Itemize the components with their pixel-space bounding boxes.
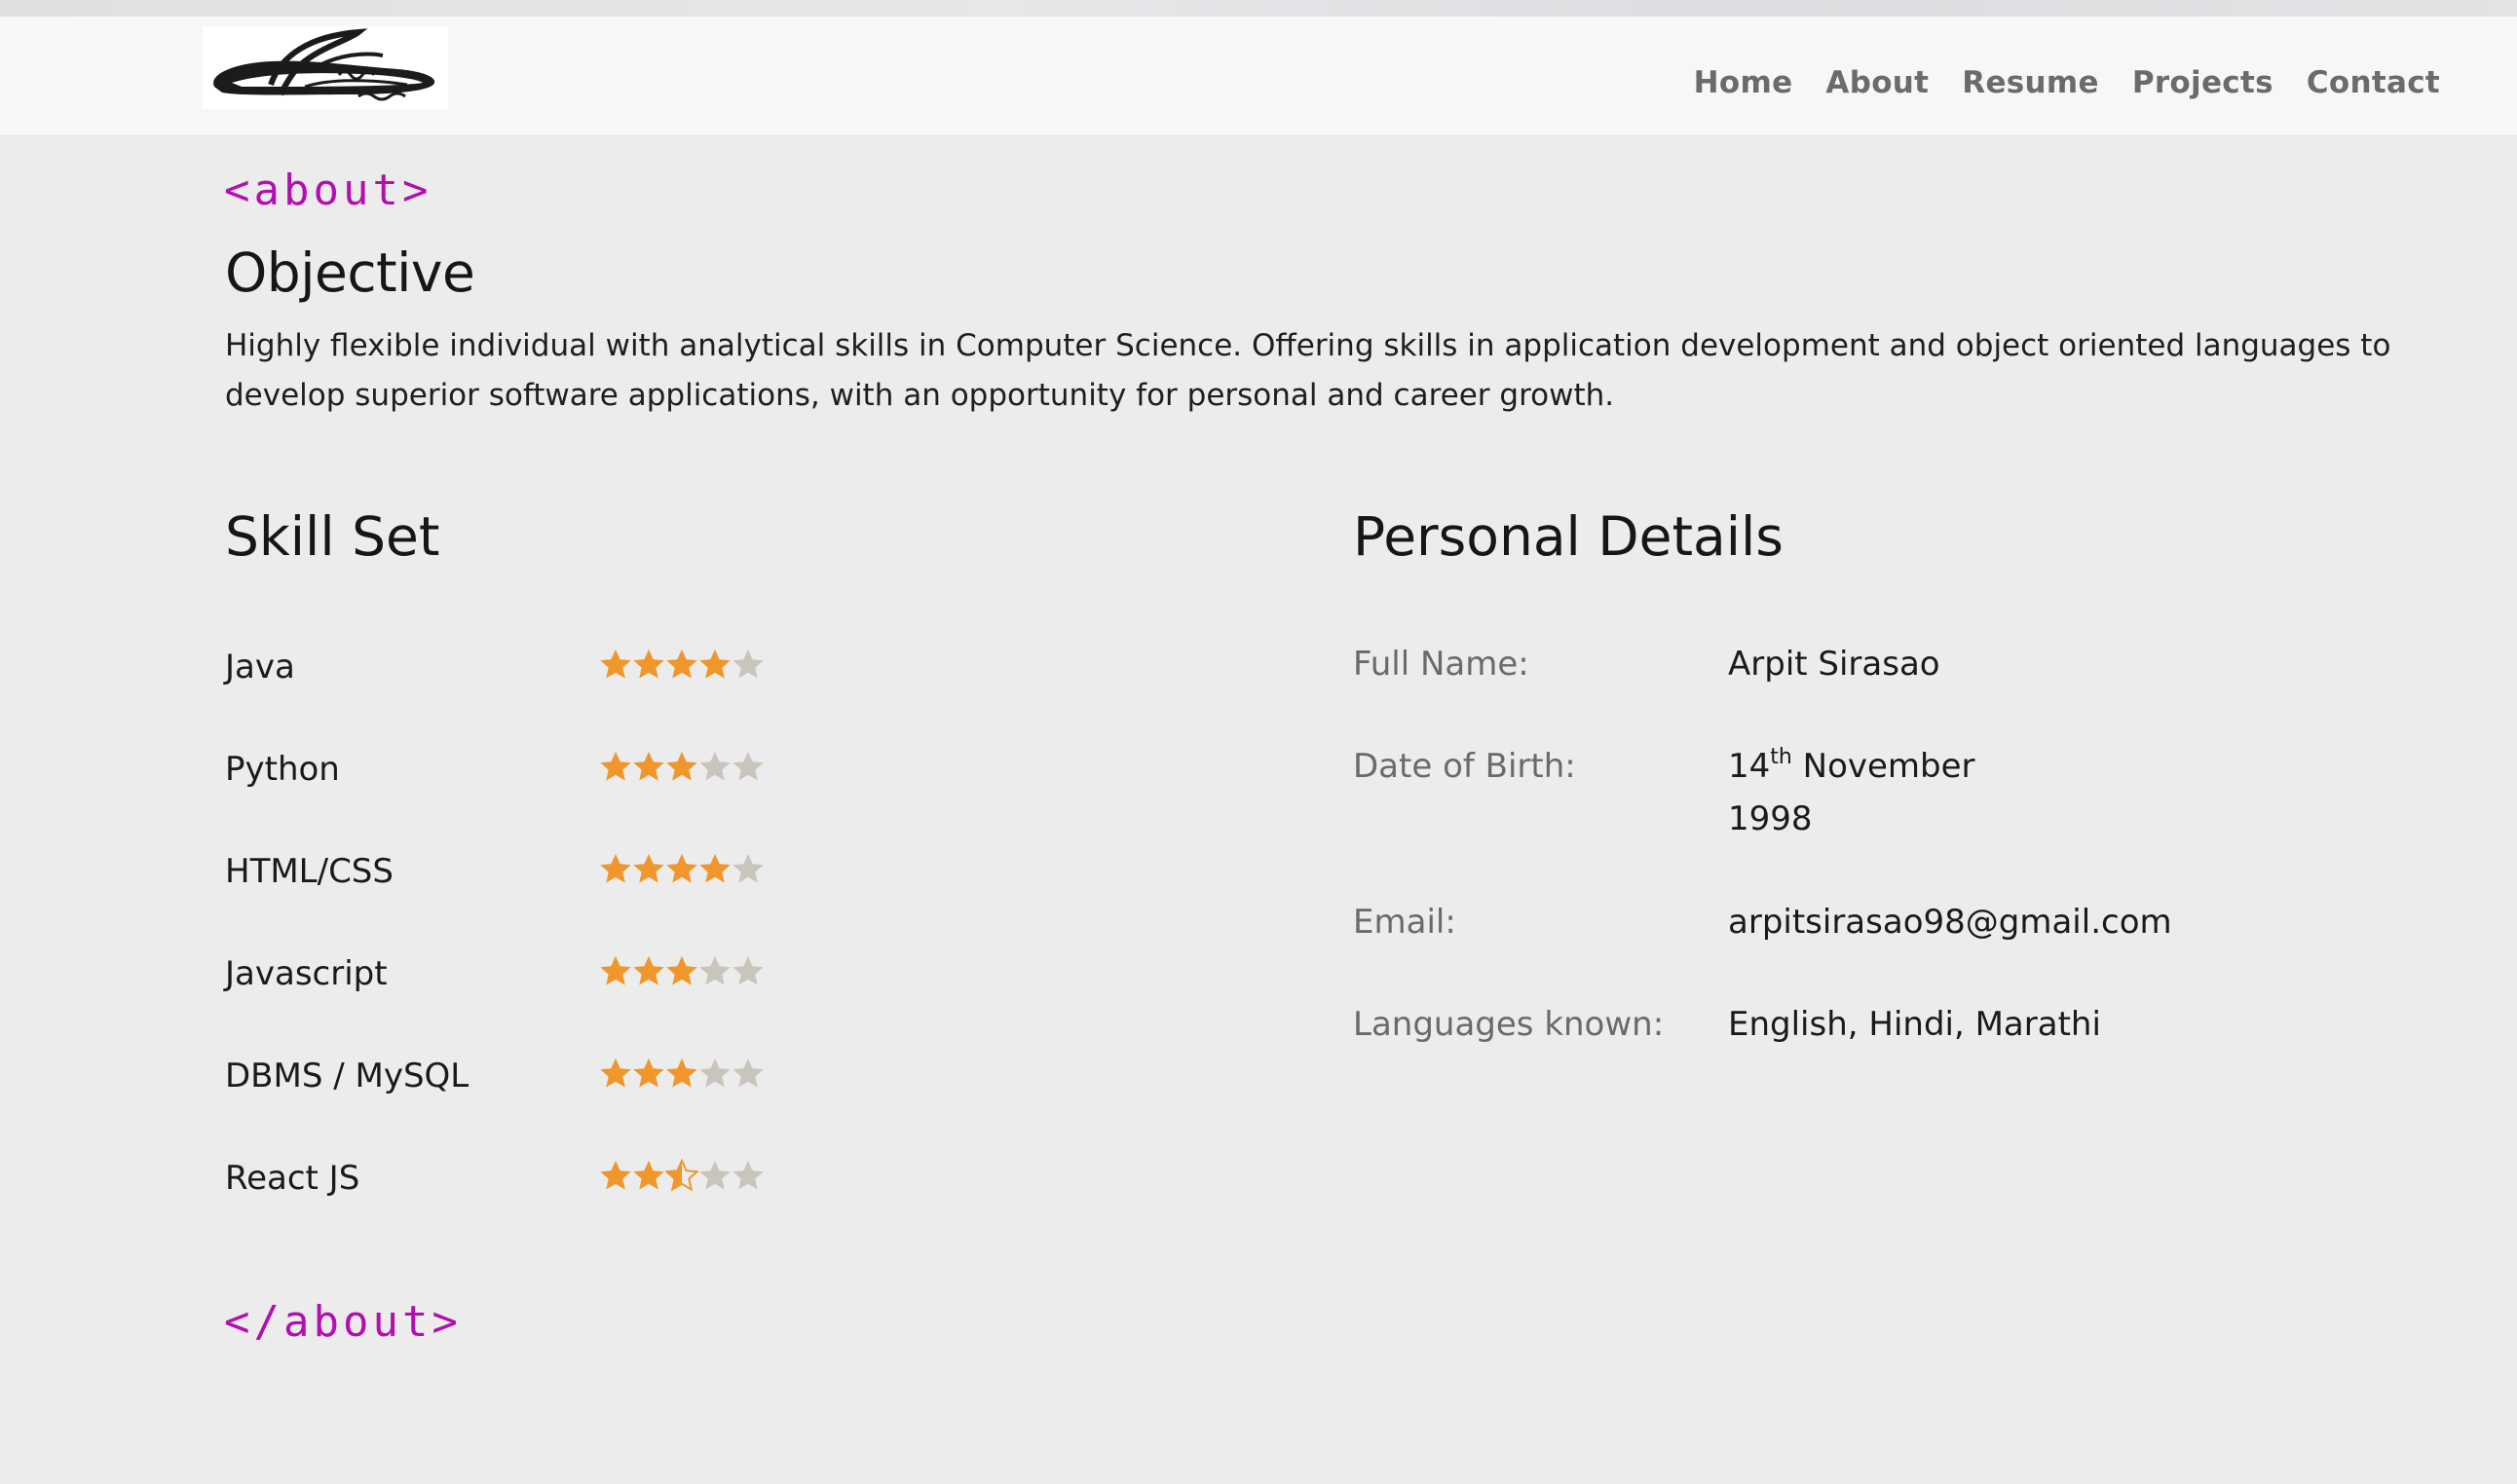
email-label: Email: bbox=[1353, 903, 1456, 942]
star-icon bbox=[699, 649, 731, 679]
star-icon bbox=[666, 649, 697, 679]
star-icon bbox=[633, 1058, 664, 1088]
star-icon bbox=[699, 854, 731, 883]
star-icon bbox=[699, 956, 731, 985]
star-icon bbox=[600, 752, 631, 781]
star-icon bbox=[733, 649, 764, 679]
dob-value: 14th November 1998 bbox=[1728, 740, 1975, 845]
site-logo[interactable] bbox=[203, 26, 448, 109]
nav-home-link[interactable]: Home bbox=[1677, 44, 1810, 122]
skill-row: React JS bbox=[225, 1149, 907, 1207]
languages-label: Languages known: bbox=[1353, 1005, 1665, 1044]
star-icon bbox=[600, 1161, 631, 1190]
star-icon bbox=[666, 752, 697, 781]
signature-logo-image bbox=[213, 28, 435, 101]
full-name-label: Full Name: bbox=[1353, 645, 1529, 684]
skill-row: Java bbox=[225, 638, 907, 696]
skill-rating bbox=[599, 852, 765, 885]
star-icon bbox=[600, 649, 631, 679]
skill-rating bbox=[599, 1057, 765, 1090]
languages-value: English, Hindi, Marathi bbox=[1728, 1005, 2101, 1044]
star-icon bbox=[666, 854, 697, 883]
dob-suffix: th bbox=[1770, 745, 1792, 769]
star-icon bbox=[633, 649, 664, 679]
star-icon bbox=[733, 752, 764, 781]
email-value[interactable]: arpitsirasao98@gmail.com bbox=[1728, 896, 2172, 948]
window-top-strip bbox=[0, 0, 2517, 17]
skill-row: DBMS / MySQL bbox=[225, 1047, 907, 1105]
skill-row: HTML/CSS bbox=[225, 842, 907, 901]
dob-month: November bbox=[1802, 747, 1975, 786]
star-icon bbox=[633, 956, 664, 985]
nav-resume-link[interactable]: Resume bbox=[1945, 44, 2116, 122]
objective-heading: Objective bbox=[225, 241, 475, 304]
star-icon bbox=[733, 956, 764, 985]
star-icon bbox=[666, 956, 697, 985]
star-icon bbox=[699, 752, 731, 781]
skill-name: DBMS / MySQL bbox=[225, 1057, 470, 1095]
star-icon bbox=[666, 1058, 697, 1088]
about-open-tag: <about> bbox=[224, 166, 432, 215]
star-icon bbox=[699, 1058, 731, 1088]
star-icon bbox=[633, 752, 664, 781]
navbar: Home About Resume Projects Contact bbox=[0, 17, 2517, 136]
skill-name: Javascript bbox=[225, 954, 388, 993]
nav-contact-link[interactable]: Contact bbox=[2290, 44, 2457, 122]
skill-name: Java bbox=[225, 648, 295, 686]
star-icon bbox=[600, 956, 631, 985]
star-icon bbox=[699, 1161, 731, 1190]
skill-row: Python bbox=[225, 740, 907, 798]
star-icon bbox=[633, 1161, 664, 1190]
skill-set-heading: Skill Set bbox=[225, 505, 440, 568]
nav-about-link[interactable]: About bbox=[1809, 44, 1945, 122]
skill-name: Python bbox=[225, 750, 340, 789]
dob-label: Date of Birth: bbox=[1353, 747, 1576, 786]
star-icon bbox=[733, 1161, 764, 1190]
about-close-tag: </about> bbox=[224, 1297, 462, 1347]
objective-text: Highly flexible individual with analytic… bbox=[225, 328, 2391, 413]
star-icon bbox=[633, 854, 664, 883]
nav-projects-link[interactable]: Projects bbox=[2116, 44, 2290, 122]
skill-rating bbox=[599, 954, 765, 987]
dob-year: 1998 bbox=[1728, 799, 1813, 838]
dob-day: 14 bbox=[1728, 747, 1771, 786]
full-name-value: Arpit Sirasao bbox=[1728, 645, 1940, 684]
star-icon bbox=[665, 1159, 698, 1192]
skill-rating bbox=[599, 648, 765, 681]
skill-rating bbox=[599, 1159, 765, 1192]
personal-details-heading: Personal Details bbox=[1353, 505, 1784, 568]
main-nav: Home About Resume Projects Contact bbox=[1677, 44, 2457, 122]
skill-row: Javascript bbox=[225, 945, 907, 1003]
star-icon bbox=[733, 1058, 764, 1088]
star-icon bbox=[600, 854, 631, 883]
skill-name: React JS bbox=[225, 1159, 360, 1198]
skill-rating bbox=[599, 750, 765, 783]
star-icon bbox=[733, 854, 764, 883]
star-icon bbox=[600, 1058, 631, 1088]
skill-name: HTML/CSS bbox=[225, 852, 394, 891]
